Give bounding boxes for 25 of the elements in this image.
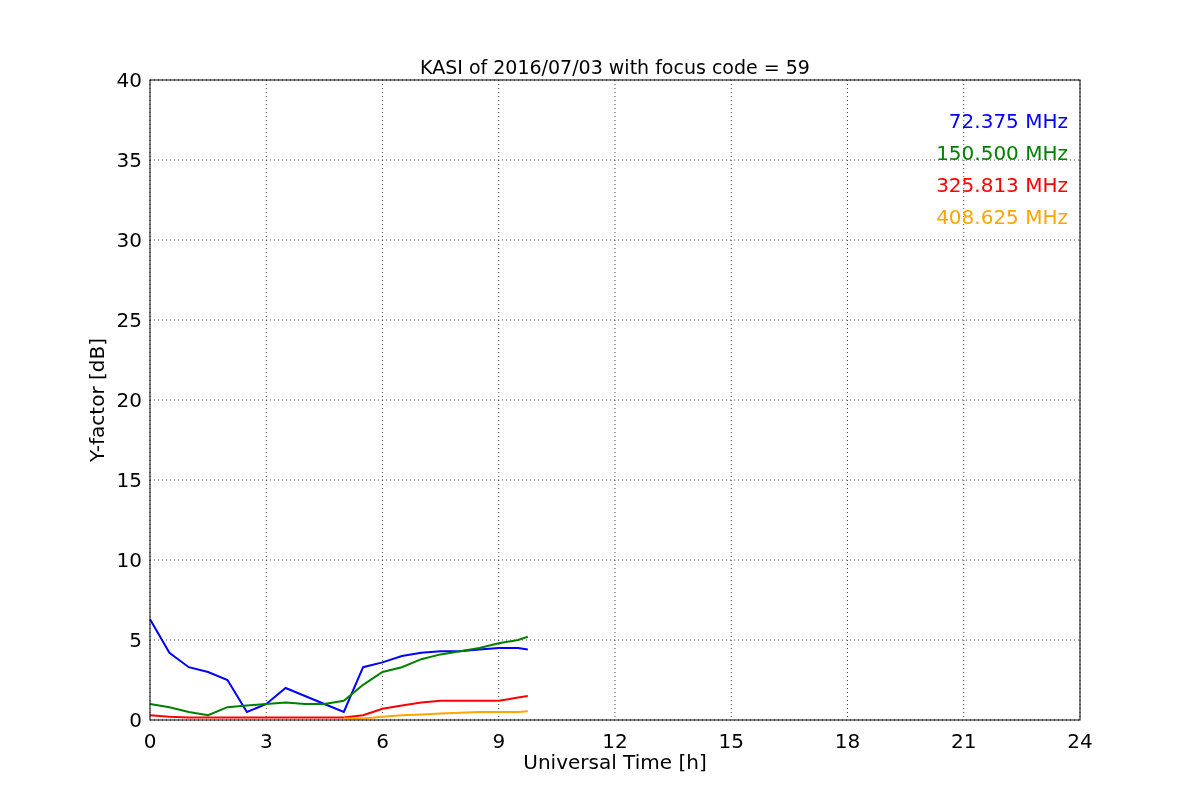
y-tick-label: 40 bbox=[116, 68, 142, 92]
legend-label: 150.500 MHz bbox=[936, 141, 1068, 165]
legend-label: 325.813 MHz bbox=[936, 173, 1068, 197]
x-tick-label: 12 bbox=[602, 729, 628, 753]
legend-label: 72.375 MHz bbox=[948, 109, 1068, 133]
y-tick-label: 0 bbox=[129, 708, 142, 732]
x-tick-label: 18 bbox=[834, 729, 861, 753]
y-tick-label: 30 bbox=[116, 228, 142, 252]
x-tick-label: 6 bbox=[376, 729, 389, 753]
x-tick-label: 21 bbox=[951, 729, 977, 753]
y-tick-label: 20 bbox=[116, 388, 142, 412]
x-tick-label: 0 bbox=[143, 729, 157, 753]
y-tick-label: 15 bbox=[116, 468, 142, 492]
chart-title: KASI of 2016/07/03 with focus code = 59 bbox=[420, 56, 810, 78]
x-tick-label: 3 bbox=[259, 729, 273, 753]
x-axis-label: Universal Time [h] bbox=[523, 750, 707, 774]
y-tick-label: 35 bbox=[116, 148, 142, 172]
y-tick-label: 5 bbox=[129, 628, 142, 652]
y-axis-label: Y-factor [dB] bbox=[85, 338, 109, 462]
y-tick-label: 25 bbox=[116, 308, 142, 332]
x-tick-label: 9 bbox=[492, 729, 506, 753]
x-tick-label: 15 bbox=[718, 729, 744, 753]
x-tick-label: 24 bbox=[1067, 729, 1093, 753]
legend-label: 408.625 MHz bbox=[936, 205, 1068, 229]
y-tick-label: 10 bbox=[116, 548, 142, 572]
